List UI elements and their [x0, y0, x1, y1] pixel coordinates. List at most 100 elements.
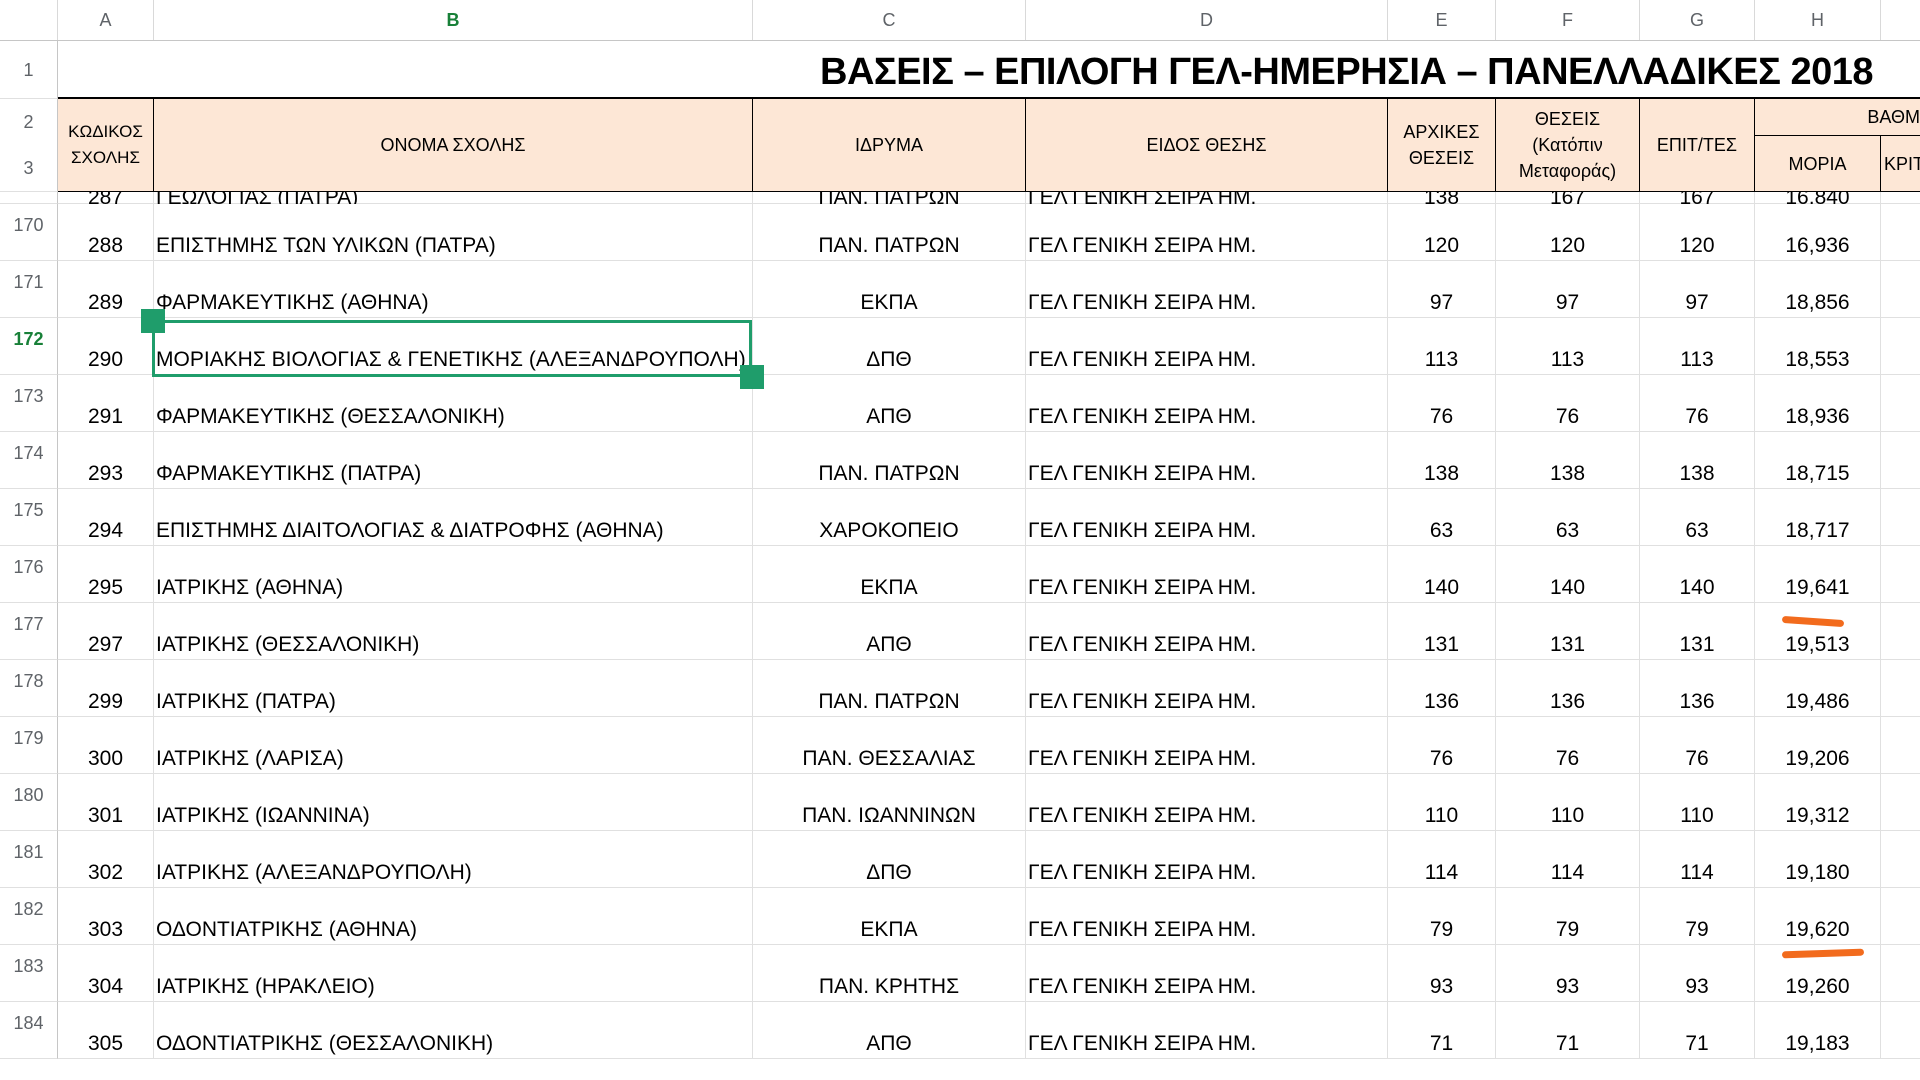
- cell-institution[interactable]: ΑΠΘ: [753, 375, 1026, 431]
- cell-name[interactable]: ΕΠΙΣΤΗΜΗΣ ΔΙΑΙΤΟΛΟΓΙΑΣ & ΔΙΑΤΡΟΦΗΣ (ΑΘΗΝ…: [154, 489, 753, 545]
- column-header-c[interactable]: C: [753, 0, 1026, 40]
- table-row[interactable]: 289 ΦΑΡΜΑΚΕΥΤΙΚΗΣ (ΑΘΗΝΑ) ΕΚΠΑ ΓΕΛ ΓΕΝΙΚΗ Σ…: [58, 261, 1920, 318]
- select-all-corner[interactable]: [0, 0, 58, 40]
- cell-name[interactable]: ΟΔΟΝΤΙΑΤΡΙΚΗΣ (ΑΘΗΝΑ): [154, 888, 753, 944]
- cell-initial[interactable]: 71: [1388, 1002, 1496, 1058]
- row-header[interactable]: 2: [0, 99, 58, 145]
- cell-kind[interactable]: ΓΕΛ ΓΕΝΙΚΗ ΣΕΙΡΑ ΗΜ.: [1026, 204, 1388, 260]
- row-header[interactable]: 177: [0, 603, 58, 660]
- cell-code[interactable]: 294: [58, 489, 154, 545]
- cell-initial[interactable]: 76: [1388, 375, 1496, 431]
- row-header[interactable]: 1: [0, 41, 58, 99]
- header-kind[interactable]: ΕΙΔΟΣ ΘΕΣΗΣ: [1026, 99, 1388, 192]
- cell-transfer[interactable]: 136: [1496, 660, 1640, 716]
- cell-initial[interactable]: 63: [1388, 489, 1496, 545]
- selection-handle-top-left[interactable]: [141, 309, 165, 333]
- cell-institution[interactable]: ΑΠΘ: [753, 1002, 1026, 1058]
- cell-code[interactable]: 289: [58, 261, 154, 317]
- cell-successful[interactable]: 136: [1640, 660, 1755, 716]
- cell-successful[interactable]: 71: [1640, 1002, 1755, 1058]
- cell-transfer[interactable]: 138: [1496, 432, 1640, 488]
- cell-kind[interactable]: ΓΕΛ ΓΕΝΙΚΗ ΣΕΙΡΑ ΗΜ.: [1026, 888, 1388, 944]
- header-seats-transfer[interactable]: ΘΕΣΕΙΣ (Κατόπιν Μεταφοράς): [1496, 99, 1640, 192]
- cell-kind[interactable]: ΓΕΛ ΓΕΝΙΚΗ ΣΕΙΡΑ ΗΜ.: [1026, 945, 1388, 1001]
- cell-transfer[interactable]: 76: [1496, 375, 1640, 431]
- cell-transfer[interactable]: 167: [1496, 192, 1640, 204]
- row-header[interactable]: 178: [0, 660, 58, 717]
- cell-code[interactable]: 299: [58, 660, 154, 716]
- sheet-title[interactable]: ΒΑΣΕΙΣ – ΕΠΙΛΟΓΗ ΓΕΛ-ΗΜΕΡΗΣΙΑ – ΠΑΝΕΛΛΑΔ…: [820, 51, 1874, 94]
- cell-institution[interactable]: ΧΑΡΟΚΟΠΕΙΟ: [753, 489, 1026, 545]
- cell-initial[interactable]: 140: [1388, 546, 1496, 602]
- cell-institution[interactable]: ΠΑΝ. ΠΑΤΡΩΝ: [753, 204, 1026, 260]
- cell-institution[interactable]: ΕΚΠΑ: [753, 546, 1026, 602]
- cell-institution[interactable]: ΠΑΝ. ΙΩΑΝΝΙΝΩΝ: [753, 774, 1026, 830]
- cell-points[interactable]: 18,936: [1755, 375, 1881, 431]
- cell-initial[interactable]: 131: [1388, 603, 1496, 659]
- row-header[interactable]: 179: [0, 717, 58, 774]
- cell-initial[interactable]: 138: [1388, 192, 1496, 204]
- header-points[interactable]: ΜΟΡΙΑ: [1755, 136, 1881, 192]
- cell-initial[interactable]: 79: [1388, 888, 1496, 944]
- cell-points[interactable]: 19,312: [1755, 774, 1881, 830]
- cell-transfer[interactable]: 93: [1496, 945, 1640, 1001]
- cell-points[interactable]: 18,717: [1755, 489, 1881, 545]
- cell-transfer[interactable]: 120: [1496, 204, 1640, 260]
- header-institution[interactable]: ΙΔΡΥΜΑ: [753, 99, 1026, 192]
- cell-code[interactable]: 293: [58, 432, 154, 488]
- cell-initial[interactable]: 114: [1388, 831, 1496, 887]
- cell-institution[interactable]: ΕΚΠΑ: [753, 888, 1026, 944]
- cell-initial[interactable]: 76: [1388, 717, 1496, 773]
- cell-initial[interactable]: 136: [1388, 660, 1496, 716]
- spreadsheet[interactable]: ABCDEFGH ΒΑΣΕΙΣ – ΕΠΙΛΟΓΗ ΓΕΛ-ΗΜΕΡΗΣΙΑ –…: [0, 0, 1920, 1080]
- cell-code[interactable]: 303: [58, 888, 154, 944]
- table-row[interactable]: 294 ΕΠΙΣΤΗΜΗΣ ΔΙΑΙΤΟΛΟΓΙΑΣ & ΔΙΑΤΡΟΦΗΣ (Α…: [58, 489, 1920, 546]
- cell-kind[interactable]: ΓΕΛ ΓΕΝΙΚΗ ΣΕΙΡΑ ΗΜ.: [1026, 375, 1388, 431]
- header-code[interactable]: ΚΩΔΙΚΟΣ ΣΧΟΛΗΣ: [58, 99, 154, 192]
- table-row[interactable]: 302 ΙΑΤΡΙΚΗΣ (ΑΛΕΞΑΝΔΡΟΥΠΟΛΗ) ΔΠΘ ΓΕΛ ΓΕΝΙΚ…: [58, 831, 1920, 888]
- cell-successful[interactable]: 138: [1640, 432, 1755, 488]
- row-header[interactable]: 170: [0, 204, 58, 261]
- column-header-h[interactable]: H: [1755, 0, 1881, 40]
- cell-points[interactable]: 19,513: [1755, 603, 1881, 659]
- row-header[interactable]: 175: [0, 489, 58, 546]
- cell-points[interactable]: 19,486: [1755, 660, 1881, 716]
- cell-points[interactable]: 16,936: [1755, 204, 1881, 260]
- cell-kind[interactable]: ΓΕΛ ΓΕΝΙΚΗ ΣΕΙΡΑ ΗΜ.: [1026, 717, 1388, 773]
- table-row[interactable]: 291 ΦΑΡΜΑΚΕΥΤΙΚΗΣ (ΘΕΣΣΑΛΟΝΙΚΗ) ΑΠΘ ΓΕΛ ΓΕΝ…: [58, 375, 1920, 432]
- column-header-b[interactable]: B: [154, 0, 753, 40]
- cell-institution[interactable]: ΠΑΝ. ΘΕΣΣΑΛΙΑΣ: [753, 717, 1026, 773]
- cell-initial[interactable]: 138: [1388, 432, 1496, 488]
- cell-successful[interactable]: 167: [1640, 192, 1755, 204]
- cell-transfer[interactable]: 76: [1496, 717, 1640, 773]
- column-header-g[interactable]: G: [1640, 0, 1755, 40]
- cell-institution[interactable]: ΠΑΝ. ΠΑΤΡΩΝ: [753, 660, 1026, 716]
- table-row[interactable]: 300 ΙΑΤΡΙΚΗΣ (ΛΑΡΙΣΑ) ΠΑΝ. ΘΕΣΣΑΛΙΑΣ ΓΕΛ ΓΕ…: [58, 717, 1920, 774]
- row-header-partial[interactable]: [0, 192, 58, 204]
- cell-points[interactable]: 19,206: [1755, 717, 1881, 773]
- cell-transfer[interactable]: 114: [1496, 831, 1640, 887]
- cell-successful[interactable]: 140: [1640, 546, 1755, 602]
- cell-kind[interactable]: ΓΕΛ ΓΕΝΙΚΗ ΣΕΙΡΑ ΗΜ.: [1026, 831, 1388, 887]
- cell-successful[interactable]: 110: [1640, 774, 1755, 830]
- cell-transfer[interactable]: 131: [1496, 603, 1640, 659]
- cell-successful[interactable]: 131: [1640, 603, 1755, 659]
- cell-successful[interactable]: 113: [1640, 318, 1755, 374]
- cell-name[interactable]: ΙΑΤΡΙΚΗΣ (ΗΡΑΚΛΕΙΟ): [154, 945, 753, 1001]
- cell-code[interactable]: 287: [58, 192, 154, 204]
- cell-code[interactable]: 295: [58, 546, 154, 602]
- table-row[interactable]: 305 ΟΔΟΝΤΙΑΤΡΙΚΗΣ (ΘΕΣΣΑΛΟΝΙΚΗ) ΑΠΘ ΓΕΛ ΓΕΝ…: [58, 1002, 1920, 1059]
- row-header[interactable]: 3: [0, 145, 58, 192]
- cell-name[interactable]: ΙΑΤΡΙΚΗΣ (ΠΑΤΡΑ): [154, 660, 753, 716]
- header-successful[interactable]: ΕΠΙΤ/ΤΕΣ: [1640, 99, 1755, 192]
- header-initial-seats[interactable]: ΑΡΧΙΚΕΣ ΘΕΣΕΙΣ: [1388, 99, 1496, 192]
- cell-name[interactable]: ΕΠΙΣΤΗΜΗΣ ΤΩΝ ΥΛΙΚΩΝ (ΠΑΤΡΑ): [154, 204, 753, 260]
- cell-name[interactable]: ΟΔΟΝΤΙΑΤΡΙΚΗΣ (ΘΕΣΣΑΛΟΝΙΚΗ): [154, 1002, 753, 1058]
- cell-kind[interactable]: ΓΕΛ ΓΕΝΙΚΗ ΣΕΙΡΑ ΗΜ.: [1026, 489, 1388, 545]
- table-row[interactable]: 297 ΙΑΤΡΙΚΗΣ (ΘΕΣΣΑΛΟΝΙΚΗ) ΑΠΘ ΓΕΛ ΓΕΝΙΚΗ Σ…: [58, 603, 1920, 660]
- row-header[interactable]: 171: [0, 261, 58, 318]
- cell-code[interactable]: 302: [58, 831, 154, 887]
- cell-points[interactable]: 18,553: [1755, 318, 1881, 374]
- selection-handle-bottom-right[interactable]: [740, 365, 764, 389]
- cell-initial[interactable]: 110: [1388, 774, 1496, 830]
